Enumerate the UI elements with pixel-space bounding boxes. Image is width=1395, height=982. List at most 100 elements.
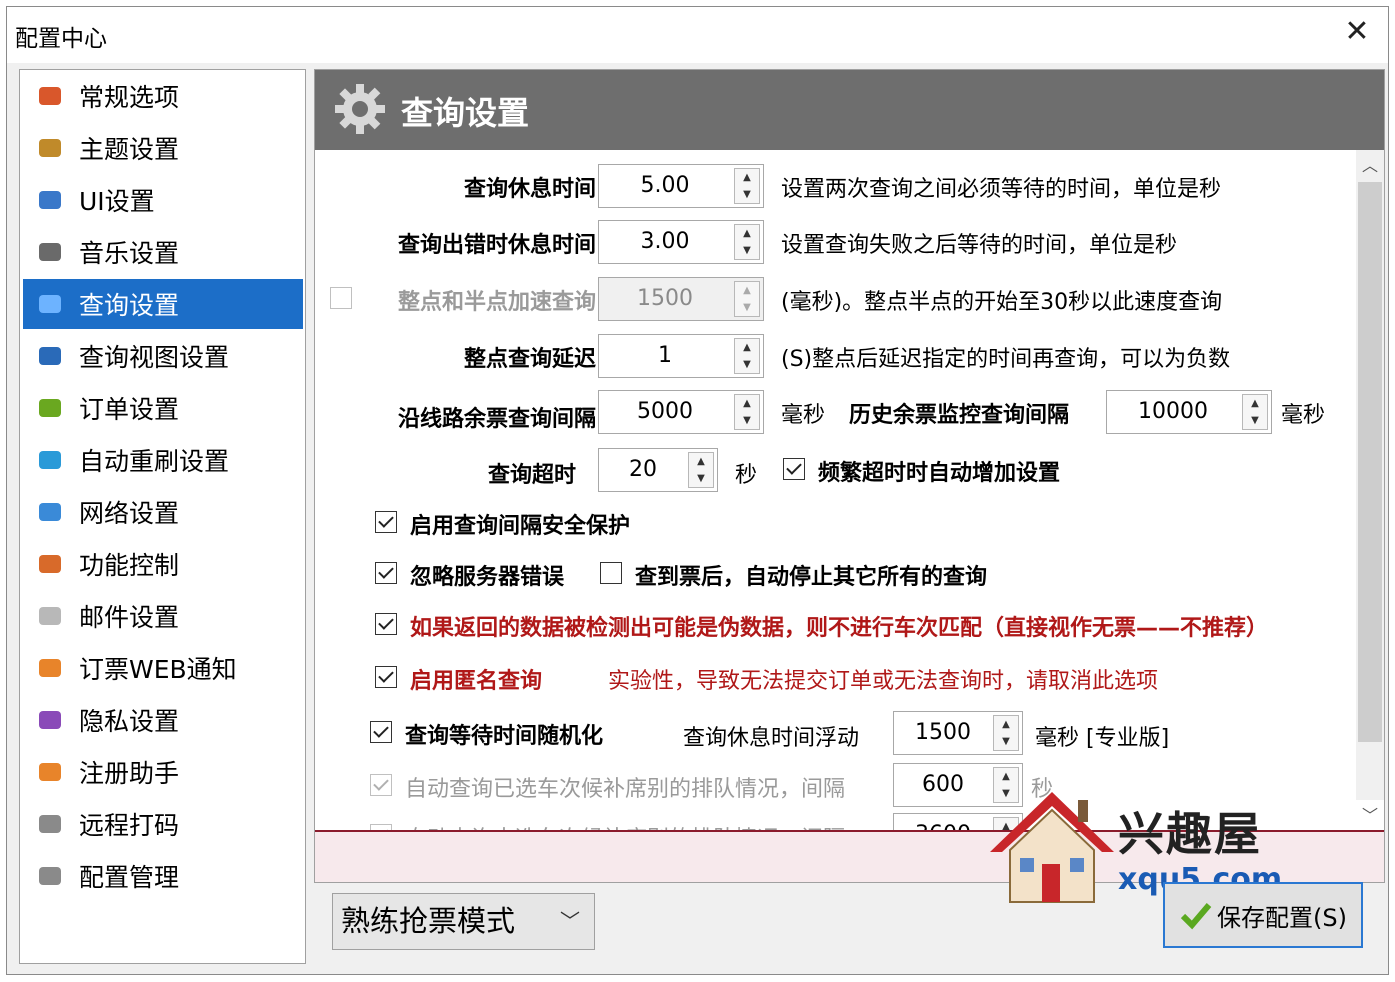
hour-delay-spinner[interactable]: 1 ▲ ▼ xyxy=(598,334,764,378)
scroll-thumb[interactable] xyxy=(1358,182,1382,742)
refresh-icon xyxy=(35,445,65,475)
sidebar-item[interactable]: 订单设置 xyxy=(23,383,303,433)
half-hour-spinner[interactable]: 1500 ▲ ▼ xyxy=(598,277,764,321)
umbrella-icon xyxy=(35,705,65,735)
checkmark-icon xyxy=(1180,903,1212,930)
mail-icon xyxy=(35,601,65,631)
spinner-arrows[interactable]: ▲▼ xyxy=(688,452,714,488)
settings-panel: 查询设置 查询休息时间 5.00 ▲ ▼ 设置两次查询之间必须等待的时间，单位是秒… xyxy=(314,69,1385,883)
basket-icon xyxy=(35,393,65,423)
sidebar-item[interactable]: 音乐设置 xyxy=(23,227,303,277)
spinner-arrows[interactable]: ▲▼ xyxy=(993,715,1019,751)
route-interval-spinner[interactable]: 5000 ▲ ▼ xyxy=(598,390,764,434)
half-hour-label: 整点和半点加速查询 xyxy=(397,290,596,315)
sidebar-item-label: 网络设置 xyxy=(79,499,180,528)
sidebar-item[interactable]: 功能控制 xyxy=(23,539,303,589)
query-rest-label: 查询休息时间 xyxy=(463,177,596,202)
close-button[interactable]: ✕ xyxy=(1340,15,1374,49)
sidebar-item-label: 音乐设置 xyxy=(79,239,180,268)
sidebar-item[interactable]: 自动重刷设置 xyxy=(23,435,303,485)
sidebar-item-label: 查询视图设置 xyxy=(79,343,230,372)
speaker-icon xyxy=(35,237,65,267)
spinner-arrows[interactable]: ▲▼ xyxy=(734,394,760,430)
sidebar-item[interactable]: 配置管理 xyxy=(23,851,303,901)
monitor-icon xyxy=(35,185,65,215)
sidebar-item-label: UI设置 xyxy=(79,187,155,216)
sidebar-item-label: 邮件设置 xyxy=(79,603,180,632)
queue-check-checkbox[interactable] xyxy=(370,774,392,796)
sidebar-item[interactable]: 常规选项 xyxy=(23,71,303,121)
key-icon xyxy=(35,809,65,839)
hour-delay-value: 1 xyxy=(658,343,672,368)
sidebar-item[interactable]: 邮件设置 xyxy=(23,591,303,641)
spinner-arrows[interactable]: ▲▼ xyxy=(734,168,760,204)
sidebar-item[interactable]: 订票WEB通知 xyxy=(23,643,303,693)
spinner-arrows[interactable]: ▲▼ xyxy=(734,281,760,317)
heart-icon xyxy=(35,757,65,787)
sidebar-item[interactable]: 查询设置 xyxy=(23,279,303,329)
gear-icon xyxy=(335,84,385,134)
sidebar-item[interactable]: 主题设置 xyxy=(23,123,303,173)
home-icon xyxy=(35,81,65,111)
save-button[interactable]: 保存配置(S) xyxy=(1163,882,1363,948)
hour-delay-label: 整点查询延迟 xyxy=(463,347,596,372)
panel-header: 查询设置 xyxy=(315,70,1384,150)
panel-title: 查询设置 xyxy=(401,94,530,132)
float-value: 1500 xyxy=(915,720,971,745)
scroll-down-icon[interactable]: ﹀ xyxy=(1356,802,1384,830)
mode-select[interactable]: 熟练抢票模式 ﹀ xyxy=(332,893,595,950)
sidebar-item-label: 配置管理 xyxy=(79,863,180,892)
safety-label: 启用查询间隔安全保护 xyxy=(410,514,631,539)
magic-wand-icon xyxy=(35,133,65,163)
title-bar: 配置中心 ✕ xyxy=(7,7,1388,63)
safety-checkbox[interactable] xyxy=(375,511,397,533)
vertical-scrollbar[interactable]: ︿ ﹀ xyxy=(1356,150,1384,825)
history-interval-spinner[interactable]: 10000 ▲ ▼ xyxy=(1106,390,1272,434)
sidebar-item[interactable]: UI设置 xyxy=(23,175,303,225)
sidebar-item-label: 常规选项 xyxy=(79,83,180,112)
stop-all-checkbox[interactable] xyxy=(600,562,622,584)
sidebar-item[interactable]: 隐私设置 xyxy=(23,695,303,745)
queue-check-label: 自动查询已选车次候补席别的排队情况，间隔 xyxy=(405,777,846,802)
chart-icon xyxy=(35,289,65,319)
spinner-arrows[interactable]: ▲▼ xyxy=(734,224,760,260)
sidebar-item[interactable]: 网络设置 xyxy=(23,487,303,537)
sidebar: 常规选项主题设置 UI设置音乐设置查询设置查询视图设置订单设置 自动重刷设置网络设置… xyxy=(19,69,306,964)
timeout-label: 查询超时 xyxy=(487,463,576,488)
watermark-name: 兴趣屋 xyxy=(1118,807,1262,861)
auto-timeout-checkbox[interactable] xyxy=(783,458,805,480)
hour-delay-desc: (S)整点后延迟指定的时间再查询，可以为负数 xyxy=(781,347,1231,372)
scroll-up-icon[interactable]: ︿ xyxy=(1356,152,1384,180)
stop-all-label: 查到票后，自动停止其它所有的查询 xyxy=(635,565,988,590)
route-interval-value: 5000 xyxy=(637,399,693,424)
half-hour-value: 1500 xyxy=(637,286,693,311)
fake-data-checkbox[interactable] xyxy=(375,613,397,635)
random-wait-checkbox[interactable] xyxy=(370,721,392,743)
globe-icon xyxy=(35,497,65,527)
history-interval-label: 历史余票监控查询间隔 xyxy=(849,403,1070,428)
spinner-arrows[interactable]: ▲▼ xyxy=(734,338,760,374)
sidebar-item[interactable]: 查询视图设置 xyxy=(23,331,303,381)
ignore-errors-checkbox[interactable] xyxy=(375,562,397,584)
sidebar-item[interactable]: 远程打码 xyxy=(23,799,303,849)
sidebar-item[interactable]: 注册助手 xyxy=(23,747,303,797)
timeout-spinner[interactable]: 20 ▲ ▼ xyxy=(598,448,718,492)
query-rest-spinner[interactable]: 5.00 ▲ ▼ xyxy=(598,164,764,208)
blocks-icon xyxy=(35,549,65,579)
sidebar-item-label: 查询设置 xyxy=(79,291,180,320)
float-unit: 毫秒 [专业版] xyxy=(1035,726,1170,751)
anonymous-note: 实验性，导致无法提交订单或无法查询时，请取消此选项 xyxy=(608,669,1159,694)
query-rest-desc: 设置两次查询之间必须等待的时间，单位是秒 xyxy=(781,177,1222,202)
anonymous-checkbox[interactable] xyxy=(375,666,397,688)
error-rest-spinner[interactable]: 3.00 ▲ ▼ xyxy=(598,220,764,264)
sidebar-item-label: 主题设置 xyxy=(79,135,180,164)
half-hour-checkbox[interactable] xyxy=(330,287,352,309)
float-spinner[interactable]: 1500 ▲ ▼ xyxy=(893,711,1023,755)
history-interval-unit: 毫秒 xyxy=(1281,403,1326,428)
half-hour-desc: (毫秒)。整点半点的开始至30秒以此速度查询 xyxy=(781,290,1223,315)
auto-timeout-label: 频繁超时时自动增加设置 xyxy=(818,461,1061,486)
timeout-unit: 秒 xyxy=(735,463,758,488)
window-title: 配置中心 xyxy=(15,26,107,52)
spinner-arrows[interactable]: ▲▼ xyxy=(1242,394,1268,430)
float-label: 查询休息时间浮动 xyxy=(683,726,860,751)
